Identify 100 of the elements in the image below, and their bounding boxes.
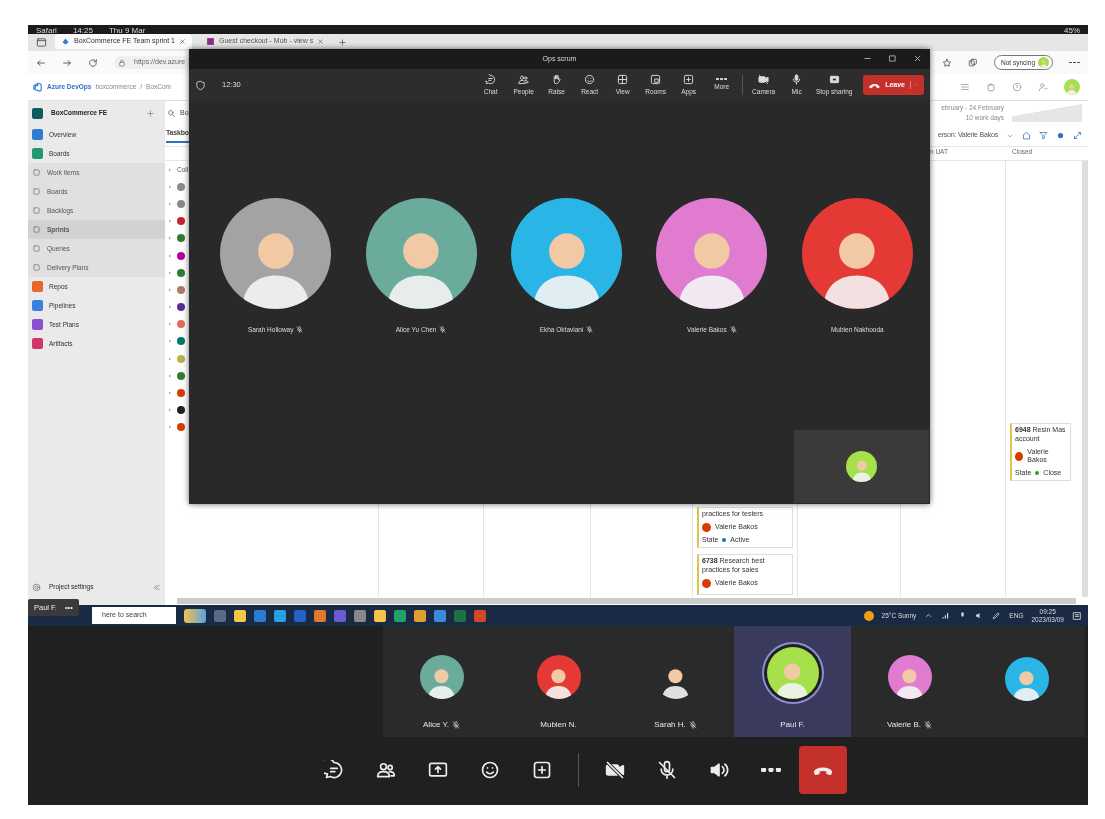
gear-icon bbox=[32, 582, 41, 592]
new-tab-icon[interactable] bbox=[338, 38, 348, 47]
expand-icon[interactable] bbox=[167, 269, 173, 276]
expand-icon[interactable] bbox=[167, 321, 173, 328]
expand-icon[interactable] bbox=[167, 338, 173, 345]
network-icon[interactable] bbox=[941, 611, 951, 620]
smiley-icon bbox=[479, 760, 500, 780]
team-settings-icon[interactable] bbox=[1022, 131, 1031, 140]
maximize-icon[interactable] bbox=[888, 54, 897, 63]
scrollbar[interactable] bbox=[1082, 161, 1088, 597]
collapse-icon[interactable] bbox=[152, 582, 161, 592]
more-icon bbox=[716, 78, 728, 81]
participant-name: Alice Y. bbox=[423, 719, 449, 731]
lock-icon bbox=[118, 58, 126, 67]
people-icon bbox=[518, 73, 530, 85]
expand-icon[interactable] bbox=[167, 407, 173, 414]
expand-icon[interactable] bbox=[167, 218, 173, 225]
participant-tile[interactable] bbox=[968, 626, 1085, 737]
participant-tile[interactable]: Paul F. bbox=[734, 626, 851, 737]
participant-tile[interactable]: Valerie B. bbox=[851, 626, 968, 737]
battery-level: 45% bbox=[1064, 25, 1080, 34]
item-icon bbox=[32, 244, 41, 253]
grid-icon bbox=[617, 73, 629, 85]
expand-icon[interactable] bbox=[167, 183, 173, 190]
taskbar-app-icon[interactable] bbox=[374, 609, 386, 622]
tab-actions-icon[interactable] bbox=[36, 37, 47, 48]
expand-icon[interactable] bbox=[167, 286, 173, 293]
taskbar-app-icon[interactable] bbox=[434, 609, 446, 622]
smiley-icon bbox=[584, 73, 596, 85]
expand-icon[interactable] bbox=[167, 355, 173, 362]
project-icon bbox=[32, 107, 43, 119]
settings-icon[interactable] bbox=[1056, 131, 1065, 140]
assignee-initials-icon bbox=[1015, 451, 1024, 461]
participant-tile[interactable]: Sarah H. bbox=[617, 626, 734, 737]
horizontal-scrollbar[interactable] bbox=[177, 598, 1076, 604]
item-icon bbox=[32, 187, 41, 196]
expand-icon[interactable] bbox=[167, 304, 173, 311]
people-icon bbox=[375, 760, 396, 780]
favorites-icon[interactable] bbox=[942, 57, 953, 68]
add-icon[interactable] bbox=[146, 108, 155, 118]
refresh-icon[interactable] bbox=[88, 57, 98, 68]
assignee-initials-icon bbox=[702, 578, 711, 588]
chevron-up-icon[interactable] bbox=[924, 611, 934, 620]
more-icon bbox=[760, 768, 781, 772]
expand-icon[interactable] bbox=[167, 235, 173, 242]
hang-up-button[interactable] bbox=[798, 746, 847, 794]
state-dot bbox=[722, 538, 727, 543]
plus-icon bbox=[683, 73, 695, 85]
azure-icon bbox=[61, 37, 70, 46]
taskbar-app-icon[interactable] bbox=[234, 609, 246, 622]
screen-icon bbox=[828, 73, 840, 85]
expand-icon[interactable] bbox=[167, 372, 173, 379]
sun-icon bbox=[863, 610, 874, 621]
expand-icon[interactable] bbox=[167, 166, 173, 173]
back-icon[interactable] bbox=[36, 57, 46, 68]
taskbar-app-icon[interactable] bbox=[274, 609, 286, 622]
state-dot bbox=[1035, 471, 1040, 476]
search-icon[interactable] bbox=[167, 108, 176, 118]
hand-icon bbox=[551, 73, 563, 85]
filter-icon[interactable] bbox=[1039, 131, 1048, 140]
taskbar-app-icon[interactable] bbox=[314, 609, 326, 622]
participant-name: Paul F. bbox=[780, 719, 805, 731]
taskbar-app-icon[interactable] bbox=[354, 609, 366, 622]
taskbar-app-icon[interactable] bbox=[394, 609, 406, 622]
participant-tile[interactable]: Mubien N. bbox=[500, 626, 617, 737]
expand-icon[interactable] bbox=[1073, 131, 1082, 140]
shield-icon bbox=[195, 79, 206, 91]
app-icon bbox=[206, 37, 215, 46]
close-icon[interactable] bbox=[317, 38, 325, 45]
taskbar-app-icon[interactable] bbox=[414, 609, 426, 622]
bag-icon[interactable] bbox=[986, 82, 996, 92]
expand-icon[interactable] bbox=[167, 252, 173, 259]
item-icon bbox=[32, 168, 41, 177]
expand-icon[interactable] bbox=[167, 200, 173, 207]
participant-name: Sarah H. bbox=[654, 719, 686, 731]
notifications-icon[interactable] bbox=[1072, 610, 1082, 621]
close-icon[interactable] bbox=[179, 38, 186, 45]
participant-tile[interactable]: Alice Y. bbox=[383, 626, 500, 737]
status-date: Thu 9 Mar bbox=[108, 25, 146, 34]
participant-name: Mubien N. bbox=[540, 719, 577, 731]
expand-icon[interactable] bbox=[167, 390, 173, 397]
microphone-off-icon bbox=[656, 760, 677, 780]
status-time: 14:25 bbox=[72, 25, 93, 34]
more-icon[interactable] bbox=[1069, 61, 1080, 64]
screen-share-icon bbox=[427, 760, 448, 780]
camera-off-icon bbox=[758, 73, 770, 85]
pen-icon[interactable] bbox=[992, 611, 1002, 620]
user-settings-icon[interactable] bbox=[1038, 82, 1048, 92]
cortana-drawing bbox=[184, 608, 206, 623]
expand-icon[interactable] bbox=[167, 424, 173, 431]
camera-off-icon bbox=[604, 760, 625, 780]
plus-icon bbox=[531, 760, 552, 780]
profile-avatar bbox=[1064, 79, 1080, 95]
collections-icon[interactable] bbox=[968, 57, 979, 68]
microphone-icon bbox=[791, 73, 803, 85]
forward-icon[interactable] bbox=[62, 57, 72, 68]
list-icon[interactable] bbox=[960, 82, 970, 92]
help-icon[interactable] bbox=[1012, 82, 1022, 92]
devops-logo-icon[interactable] bbox=[32, 81, 43, 93]
window-icon bbox=[650, 73, 662, 85]
